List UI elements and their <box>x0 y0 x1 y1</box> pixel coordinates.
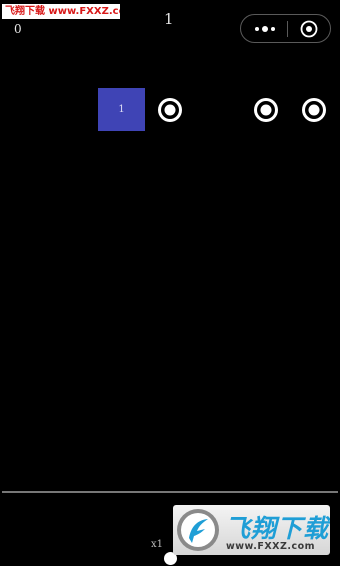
ring-icon[interactable] <box>157 97 183 123</box>
zero-count: 0 <box>14 22 22 36</box>
multiplier-label: x1 <box>151 539 164 550</box>
dot <box>262 26 268 32</box>
target-close-icon[interactable] <box>300 20 318 38</box>
logo-icon <box>177 509 219 551</box>
watermark-banner: 飞翔下载 www.FXXZ.com <box>2 4 120 19</box>
ground-line <box>2 491 338 493</box>
numbered-block: 1 <box>98 88 145 131</box>
capsule-divider <box>287 21 288 37</box>
dot <box>255 27 259 31</box>
watermark-logo: 飞翔下载 www.FXXZ.com <box>173 505 330 555</box>
ring-icon[interactable] <box>253 97 279 123</box>
more-dots-icon[interactable] <box>249 20 281 38</box>
dot <box>271 27 275 31</box>
logo-url-text: www.FXXZ.com <box>226 541 316 552</box>
level-number: 1 <box>164 10 174 28</box>
ring-icon[interactable] <box>301 97 327 123</box>
mini-program-capsule <box>240 14 331 43</box>
logo-chinese-text: 飞翔下载 <box>225 514 330 543</box>
